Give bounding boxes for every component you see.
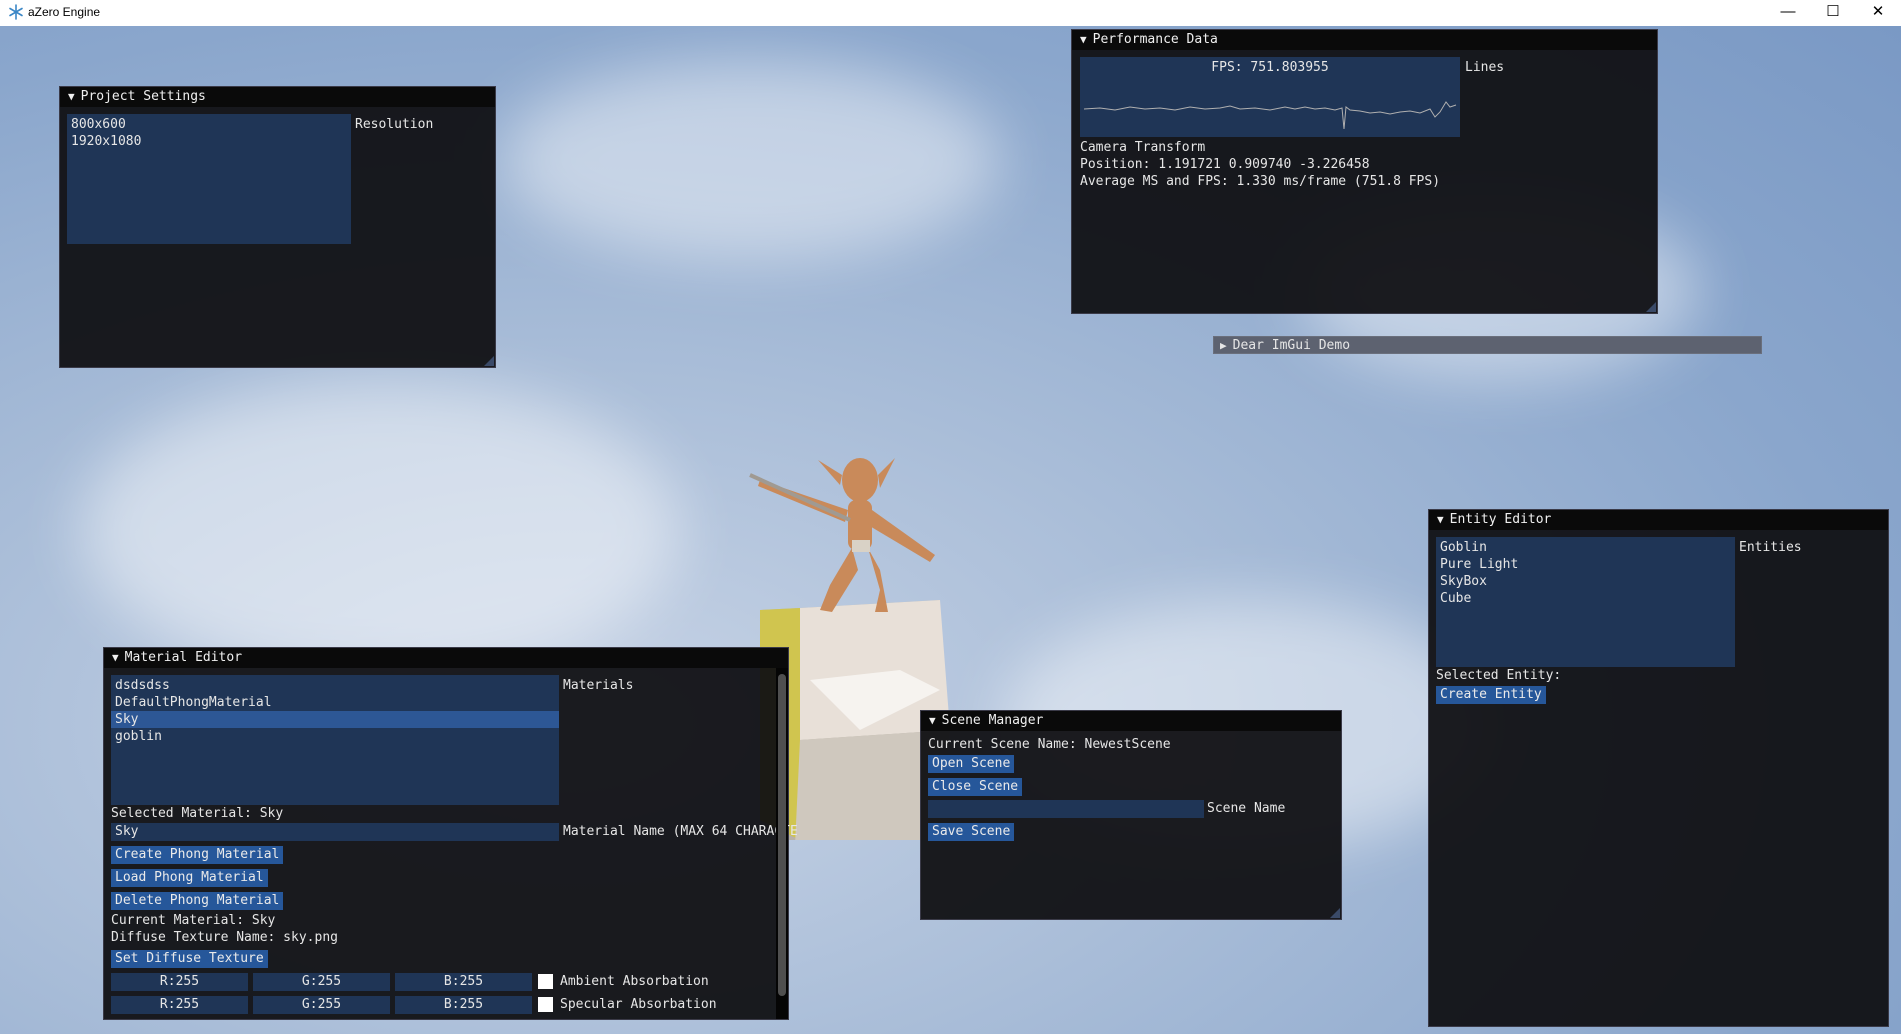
list-item[interactable]: 800x600 xyxy=(67,116,351,133)
window-title: aZero Engine xyxy=(28,5,101,19)
scrollbar-thumb[interactable] xyxy=(778,674,786,996)
materials-list[interactable]: dsdsdss DefaultPhongMaterial Sky goblin xyxy=(111,675,559,805)
resolution-label: Resolution xyxy=(355,117,434,132)
list-item[interactable]: dsdsdss xyxy=(111,677,559,694)
plot-label: Lines xyxy=(1465,60,1505,75)
list-item[interactable]: Cube xyxy=(1436,590,1735,607)
project-settings-window: ▼ Project Settings 800x600 1920x1080 Reso… xyxy=(59,86,496,368)
open-scene-button[interactable]: Open Scene xyxy=(928,755,1015,773)
material-name-label: Material Name (MAX 64 CHARACTE xyxy=(563,824,798,839)
project-settings-header[interactable]: ▼ Project Settings xyxy=(60,87,495,107)
fps-plot[interactable]: FPS: 751.803955 xyxy=(1080,57,1460,137)
specular-r-field[interactable]: R:255 xyxy=(111,996,248,1014)
entities-label: Entities xyxy=(1739,540,1802,555)
materials-label: Materials xyxy=(563,678,634,693)
list-item[interactable]: Goblin xyxy=(1436,539,1735,556)
list-item[interactable]: Pure Light xyxy=(1436,556,1735,573)
current-scene-label: Current Scene Name: NewestScene xyxy=(928,737,1171,752)
resize-grip[interactable] xyxy=(1646,302,1656,312)
set-diffuse-texture-button[interactable]: Set Diffuse Texture xyxy=(111,950,268,968)
save-scene-button[interactable]: Save Scene xyxy=(928,823,1015,841)
entity-list[interactable]: Goblin Pure Light SkyBox Cube xyxy=(1436,537,1735,667)
list-item-selected[interactable]: Sky xyxy=(111,711,559,728)
ambient-absorbation-label: Ambient Absorbation xyxy=(560,974,709,989)
minimize-icon[interactable]: — xyxy=(1765,0,1811,26)
list-item[interactable]: goblin xyxy=(111,728,559,745)
ambient-color-swatch[interactable] xyxy=(538,974,553,989)
performance-title: Performance Data xyxy=(1092,32,1218,47)
imgui-demo-title: Dear ImGui Demo xyxy=(1232,338,1351,353)
list-item[interactable]: DefaultPhongMaterial xyxy=(111,694,559,711)
material-editor-window: ▼ Material Editor dsdsdss DefaultPhongMat… xyxy=(103,647,798,1020)
create-phong-material-button[interactable]: Create Phong Material xyxy=(111,846,284,864)
project-settings-title: Project Settings xyxy=(80,89,206,104)
delete-phong-material-button[interactable]: Delete Phong Material xyxy=(111,892,284,910)
ambient-g-field[interactable]: G:255 xyxy=(253,973,390,991)
imgui-demo-window[interactable]: ▶ Dear ImGui Demo xyxy=(1213,336,1762,354)
average-fps: Average MS and FPS: 1.330 ms/frame (751.… xyxy=(1080,174,1441,189)
resize-grip[interactable] xyxy=(484,356,494,366)
selected-entity-label: Selected Entity: xyxy=(1436,668,1562,683)
performance-header[interactable]: ▼ Performance Data xyxy=(1072,30,1657,50)
create-entity-button[interactable]: Create Entity xyxy=(1436,686,1546,704)
vertical-scrollbar[interactable] xyxy=(776,668,788,1019)
list-item[interactable]: 1920x1080 xyxy=(67,133,351,150)
camera-transform-label: Camera Transform xyxy=(1080,140,1206,155)
collapse-arrow-icon[interactable]: ▼ xyxy=(68,90,75,103)
resolution-list[interactable]: 800x600 1920x1080 xyxy=(67,114,351,244)
specular-b-field[interactable]: B:255 xyxy=(395,996,532,1014)
specular-color-swatch[interactable] xyxy=(538,997,553,1012)
collapse-arrow-icon[interactable]: ▼ xyxy=(1080,33,1087,46)
collapse-arrow-icon[interactable]: ▼ xyxy=(929,714,936,727)
collapse-arrow-icon[interactable]: ▼ xyxy=(1437,513,1444,526)
close-scene-button[interactable]: Close Scene xyxy=(928,778,1023,796)
maximize-icon[interactable]: ☐ xyxy=(1810,0,1856,26)
material-editor-header[interactable]: ▼ Material Editor xyxy=(104,648,788,668)
close-icon[interactable]: ✕ xyxy=(1855,0,1901,26)
load-phong-material-button[interactable]: Load Phong Material xyxy=(111,869,268,887)
window-title-bar: aZero Engine — ☐ ✕ xyxy=(0,0,1901,26)
ambient-b-field[interactable]: B:255 xyxy=(395,973,532,991)
performance-window: ▼ Performance Data FPS: 751.803955 Lines … xyxy=(1071,29,1658,314)
material-editor-title: Material Editor xyxy=(124,650,243,665)
resize-grip[interactable] xyxy=(1330,908,1340,918)
expand-arrow-icon[interactable]: ▶ xyxy=(1220,339,1227,352)
app-snowflake-icon xyxy=(9,4,23,20)
collapse-arrow-icon[interactable]: ▼ xyxy=(112,651,119,664)
diffuse-texture-label: Diffuse Texture Name: sky.png xyxy=(111,930,338,945)
fps-line-graph xyxy=(1083,101,1457,130)
current-material-label: Current Material: Sky xyxy=(111,913,276,928)
scene-name-label: Scene Name xyxy=(1207,801,1286,816)
entity-editor-header[interactable]: ▼ Entity Editor xyxy=(1429,510,1888,530)
scene-manager-title: Scene Manager xyxy=(941,713,1044,728)
selected-material-label: Selected Material: Sky xyxy=(111,806,284,821)
camera-position: Position: 1.191721 0.909740 -3.226458 xyxy=(1080,157,1370,172)
entity-editor-window: ▼ Entity Editor Goblin Pure Light SkyBox … xyxy=(1428,509,1889,1027)
scene-manager-header[interactable]: ▼ Scene Manager xyxy=(921,711,1341,731)
scene-name-input[interactable] xyxy=(928,800,1204,818)
material-name-input[interactable]: Sky xyxy=(111,823,559,841)
ambient-r-field[interactable]: R:255 xyxy=(111,973,248,991)
specular-g-field[interactable]: G:255 xyxy=(253,996,390,1014)
list-item[interactable]: SkyBox xyxy=(1436,573,1735,590)
specular-absorbation-label: Specular Absorbation xyxy=(560,997,717,1012)
entity-editor-title: Entity Editor xyxy=(1449,512,1552,527)
scene-manager-window: ▼ Scene Manager Current Scene Name: Newes… xyxy=(920,710,1342,920)
